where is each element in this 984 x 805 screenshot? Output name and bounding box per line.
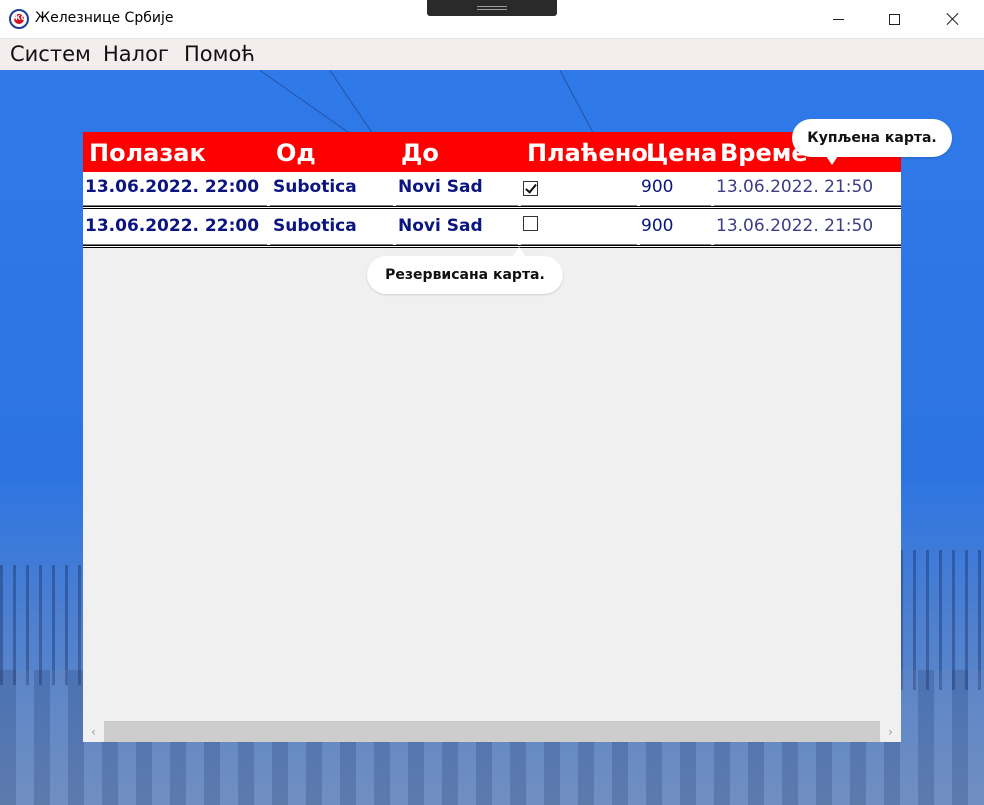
- railing-right: [900, 550, 984, 690]
- from-cell: Subotica: [273, 177, 357, 197]
- cell-divider: [270, 244, 393, 245]
- column-header-to[interactable]: До: [401, 139, 439, 167]
- time-cell: 13.06.2022. 21:50: [716, 177, 874, 197]
- from-cell: Subotica: [273, 216, 357, 236]
- maximize-icon: [888, 13, 900, 25]
- scroll-right-icon[interactable]: ›: [880, 721, 901, 742]
- cell-divider: [714, 205, 901, 206]
- time-cell: 13.06.2022. 21:50: [716, 216, 874, 236]
- tooltip-pointer: [826, 156, 838, 165]
- cell-divider: [83, 205, 267, 206]
- table-row[interactable]: 13.06.2022. 22:00 Subotica Novi Sad 900 …: [83, 209, 901, 248]
- menu-bar: Систем Налог Помоћ: [0, 39, 984, 70]
- title-bar: Железнице Србије: [0, 0, 984, 39]
- cell-divider: [640, 205, 711, 206]
- cell-divider: [714, 244, 901, 245]
- close-button[interactable]: [930, 0, 976, 38]
- column-header-price[interactable]: Цена: [646, 139, 717, 167]
- cell-divider: [270, 205, 393, 206]
- railing-left: [0, 565, 90, 685]
- table-header: Полазак Од До Плаћено Цена Време: [83, 132, 901, 172]
- cell-divider: [396, 205, 518, 206]
- cell-divider: [521, 205, 637, 206]
- to-cell: Novi Sad: [398, 177, 483, 197]
- scroll-left-icon[interactable]: ‹: [83, 721, 104, 742]
- close-icon: [946, 12, 960, 26]
- table-row[interactable]: 13.06.2022. 22:00 Subotica Novi Sad 900 …: [83, 172, 901, 209]
- paid-checkbox[interactable]: [523, 181, 538, 196]
- price-cell: 900: [641, 216, 674, 236]
- window-title: Железнице Србије: [35, 10, 174, 26]
- minimize-icon: [832, 18, 844, 20]
- cell-divider: [83, 244, 267, 245]
- tickets-panel: Полазак Од До Плаћено Цена Време 13.06.2…: [83, 132, 901, 742]
- reserved-tooltip: Резервисана карта.: [367, 256, 563, 294]
- price-cell: 900: [641, 177, 674, 197]
- minimize-button[interactable]: [815, 0, 861, 38]
- cell-divider: [396, 244, 518, 245]
- horizontal-scrollbar[interactable]: ‹ ›: [83, 721, 901, 742]
- purchased-tooltip: Купљена карта.: [792, 119, 952, 157]
- departure-cell: 13.06.2022. 22:00: [85, 216, 260, 236]
- zs-logo-icon: [9, 9, 29, 29]
- to-cell: Novi Sad: [398, 216, 483, 236]
- column-header-from[interactable]: Од: [276, 139, 316, 167]
- cell-divider: [640, 244, 711, 245]
- paid-checkbox[interactable]: [523, 216, 538, 231]
- catenary-wire: [259, 70, 359, 140]
- departure-cell: 13.06.2022. 22:00: [85, 177, 260, 197]
- menu-item-system[interactable]: Систем: [10, 42, 91, 66]
- column-header-paid[interactable]: Плаћено: [527, 139, 648, 167]
- maximize-button[interactable]: [871, 0, 917, 38]
- column-header-departure[interactable]: Полазак: [89, 139, 206, 167]
- snap-handle[interactable]: [427, 0, 557, 16]
- menu-item-account[interactable]: Налог: [103, 42, 169, 66]
- scroll-thumb[interactable]: [104, 721, 880, 742]
- menu-item-help[interactable]: Помоћ: [184, 42, 255, 66]
- cell-divider: [521, 244, 637, 245]
